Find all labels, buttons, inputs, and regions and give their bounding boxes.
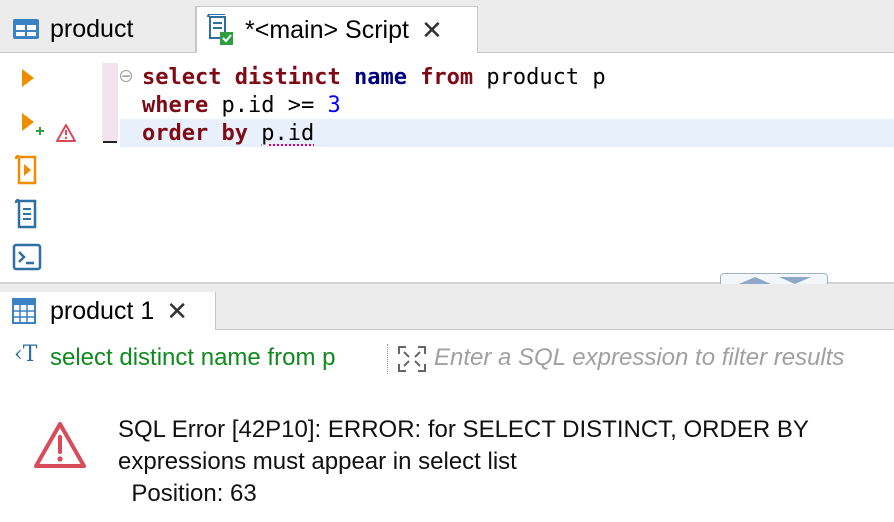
execute-new-tab-icon[interactable] — [20, 111, 48, 137]
expand-editor-icon[interactable] — [396, 344, 428, 374]
error-line-2: expressions must appear in select list — [118, 448, 517, 475]
cursor-marker — [103, 141, 117, 143]
tab-product[interactable]: product — [0, 6, 196, 52]
code-line-3: order by p.id — [142, 121, 315, 146]
execute-script-icon[interactable] — [14, 155, 40, 187]
execute-statement-icon[interactable] — [20, 67, 36, 89]
tab-main-script-label: *<main> Script — [245, 15, 409, 44]
explain-plan-icon[interactable] — [14, 199, 40, 231]
table-grid-icon — [13, 19, 39, 39]
warning-marker-icon — [56, 124, 76, 142]
sql-editor[interactable]: − select distinct name from product p whe… — [0, 53, 894, 282]
error-line-3: Position: 63 — [118, 480, 257, 507]
table-grid-icon — [12, 298, 36, 324]
sql-script-icon — [207, 14, 233, 45]
tab-result-product-1[interactable]: product 1 ✕ — [0, 292, 216, 330]
code-lines[interactable]: select distinct name from product p where… — [142, 64, 606, 148]
code-line-2: where p.id >= 3 — [142, 93, 341, 118]
results-tab-bar: product 1 ✕ — [0, 284, 894, 330]
close-tab-icon[interactable]: ✕ — [421, 17, 443, 43]
error-message: SQL Error [42P10]: ERROR: for SELECT DIS… — [118, 414, 809, 510]
error-panel: SQL Error [42P10]: ERROR: for SELECT DIS… — [0, 400, 894, 522]
statement-range-bar — [102, 63, 118, 141]
maximize-up-icon[interactable] — [739, 277, 771, 284]
restore-down-icon[interactable] — [779, 277, 811, 284]
filter-separator — [387, 344, 390, 374]
active-query-text[interactable]: select distinct name from p — [50, 344, 335, 372]
result-tab-label: product 1 — [50, 296, 155, 325]
filter-expression-input[interactable] — [434, 338, 894, 378]
result-filter-bar: ‹T select distinct name from p — [0, 338, 894, 378]
open-console-icon[interactable] — [12, 243, 42, 271]
tab-product-label: product — [50, 14, 134, 43]
error-line-1: SQL Error [42P10]: ERROR: for SELECT DIS… — [118, 416, 809, 443]
error-warning-icon — [34, 422, 86, 468]
query-text-icon: ‹T — [14, 342, 38, 367]
fold-collapse-icon[interactable]: − — [120, 70, 132, 82]
tab-main-script[interactable]: *<main> Script ✕ — [196, 6, 478, 53]
editor-tab-bar: product *<main> Script ✕ — [0, 0, 894, 53]
close-result-tab-icon[interactable]: ✕ — [166, 298, 188, 324]
code-line-1: select distinct name from product p — [142, 65, 606, 90]
